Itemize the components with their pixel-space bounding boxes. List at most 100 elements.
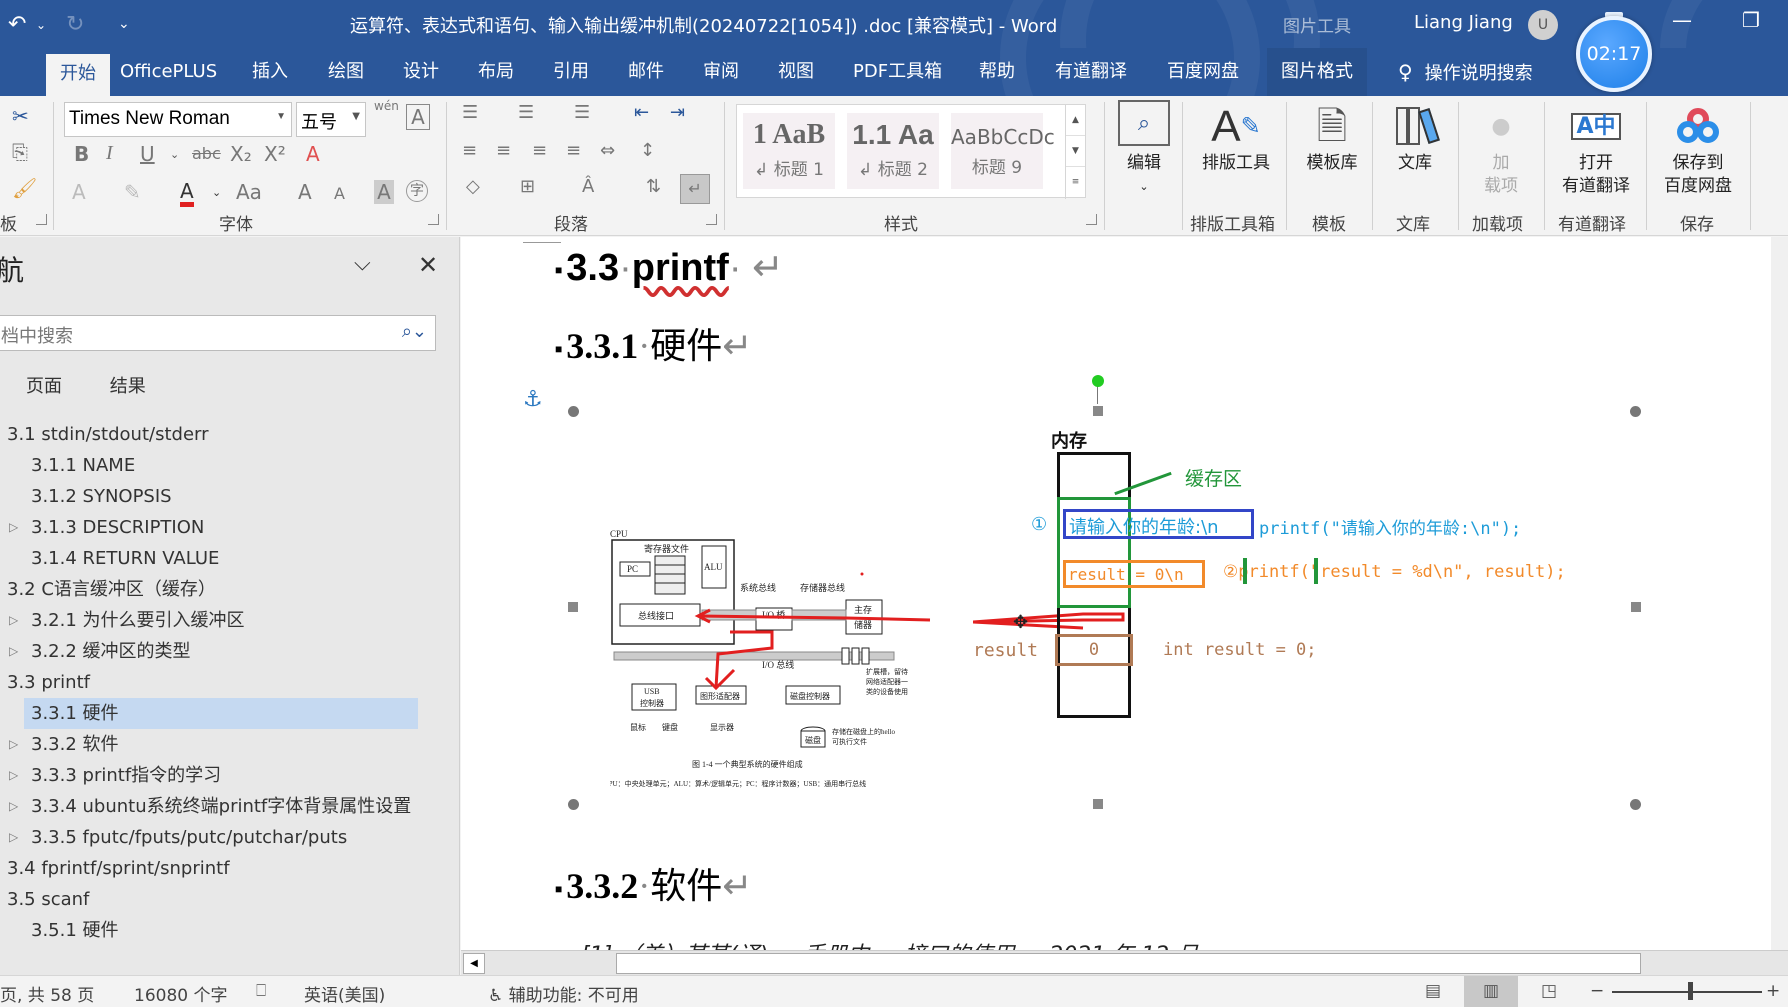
change-case-button[interactable]: Aa bbox=[236, 180, 262, 204]
nav-heading-item[interactable]: 3.2 C语言缓冲区（缓存） bbox=[0, 574, 460, 605]
tab-help[interactable]: 帮助 bbox=[965, 48, 1029, 96]
tab-pdf-toolbox[interactable]: PDF工具箱 bbox=[839, 48, 956, 96]
expand-triangle-icon[interactable]: ▷ bbox=[9, 636, 18, 667]
nav-heading-item[interactable]: ▷ 3.3.5 fputc/fputs/putc/putchar/puts bbox=[0, 822, 460, 853]
character-shading-button[interactable]: A bbox=[374, 180, 394, 204]
nav-heading-item[interactable]: 3.1.1 NAME bbox=[0, 450, 460, 481]
font-launcher-icon[interactable] bbox=[428, 214, 439, 225]
heading-3-3[interactable]: ■ 3.3·printf· ↵ bbox=[555, 245, 784, 290]
tab-draw[interactable]: 绘图 bbox=[314, 48, 378, 96]
line-spacing-icon[interactable]: ↕ bbox=[640, 140, 655, 161]
chevron-down-icon[interactable]: ▼ bbox=[352, 111, 360, 122]
selected-picture[interactable]: CPU 寄存器文件 PC ALU 总线接口 系统总线 存储器总线 I/O 桥 主… bbox=[568, 375, 1653, 810]
distributed-icon[interactable]: ⇔ bbox=[600, 140, 615, 161]
tab-design[interactable]: 设计 bbox=[389, 48, 453, 96]
italic-button[interactable]: I bbox=[106, 142, 113, 165]
subscript-button[interactable]: X₂ bbox=[230, 142, 252, 166]
paragraph-launcher-icon[interactable] bbox=[706, 214, 717, 225]
nav-heading-item[interactable]: 3.1.2 SYNOPSIS bbox=[0, 481, 460, 512]
nav-heading-item[interactable]: 3.4 fprintf/sprint/snprintf bbox=[0, 853, 460, 884]
nav-heading-item[interactable]: ▷ 3.3.2 软件 bbox=[0, 729, 460, 760]
resize-handle[interactable] bbox=[1093, 799, 1103, 809]
undo-dropdown-icon[interactable]: ⌄ bbox=[36, 18, 46, 32]
tab-review[interactable]: 审阅 bbox=[689, 48, 753, 96]
expand-gallery-icon[interactable]: ≡ bbox=[1066, 167, 1085, 198]
nav-tab-pages[interactable]: 页面 bbox=[26, 376, 62, 397]
nav-options-chevron-icon[interactable]: ⌵ bbox=[354, 251, 371, 276]
align-left-icon[interactable]: ≡ bbox=[462, 140, 477, 161]
font-name-field[interactable]: Times New Roman ▼ bbox=[64, 102, 292, 137]
customize-qat-icon[interactable]: ⌄ bbox=[118, 16, 130, 32]
underline-button[interactable]: U bbox=[140, 142, 155, 166]
nav-heading-item[interactable]: ▷ 3.2.1 为什么要引入缓冲区 bbox=[0, 605, 460, 636]
multilevel-list-icon[interactable]: ☰ bbox=[574, 102, 590, 123]
show-formatting-marks-icon[interactable]: ↵ bbox=[680, 174, 710, 204]
tab-youdao[interactable]: 有道翻译 bbox=[1041, 48, 1141, 96]
close-icon[interactable]: ✕ bbox=[418, 251, 438, 279]
justify-icon[interactable]: ≡ bbox=[566, 140, 581, 161]
restore-button[interactable]: ❐ bbox=[1742, 8, 1760, 32]
nav-heading-item[interactable]: 3.3.1 硬件 bbox=[24, 698, 418, 729]
nav-heading-item[interactable]: 3.3 printf bbox=[0, 667, 460, 698]
tab-insert[interactable]: 插入 bbox=[238, 48, 302, 96]
character-border-icon[interactable]: A bbox=[406, 104, 430, 130]
web-layout-icon[interactable]: ◳ bbox=[1522, 976, 1576, 1007]
print-layout-icon[interactable]: ▥ bbox=[1464, 976, 1518, 1007]
nav-heading-item[interactable]: 3.1 stdin/stdout/stderr bbox=[0, 419, 460, 450]
undo-icon[interactable]: ↶ bbox=[8, 12, 26, 37]
zoom-in-button[interactable]: + bbox=[1766, 981, 1780, 1001]
align-right-icon[interactable]: ≡ bbox=[532, 140, 547, 161]
format-painter-icon[interactable]: 🖌 bbox=[12, 176, 37, 200]
chevron-down-icon[interactable]: ▼ bbox=[276, 111, 286, 122]
tab-mailings[interactable]: 邮件 bbox=[614, 48, 678, 96]
proofing-icon[interactable]: ⎕ bbox=[256, 981, 266, 1001]
library-button[interactable]: 文库 bbox=[1386, 100, 1444, 175]
heading-3-3-1[interactable]: ■ 3.3.1·硬件↵ bbox=[555, 317, 752, 369]
clipboard-launcher-icon[interactable] bbox=[36, 214, 47, 225]
accessibility-status[interactable]: ♿ 辅助功能: 不可用 bbox=[488, 981, 639, 1006]
zoom-slider-thumb[interactable] bbox=[1688, 982, 1693, 1000]
asian-layout-icon[interactable]: Â bbox=[582, 176, 594, 197]
nav-heading-item[interactable]: 3.5 scanf bbox=[0, 884, 460, 915]
zoom-slider-track[interactable] bbox=[1612, 991, 1762, 993]
nav-heading-item[interactable]: 3.1.4 RETURN VALUE bbox=[0, 543, 460, 574]
increase-indent-icon[interactable]: ⇥ bbox=[670, 102, 685, 123]
superscript-button[interactable]: X² bbox=[264, 142, 286, 166]
minimize-button[interactable]: — bbox=[1672, 8, 1692, 32]
enclose-characters-button[interactable]: 字 bbox=[406, 180, 428, 202]
expand-triangle-icon[interactable]: ▷ bbox=[9, 822, 18, 853]
resize-handle[interactable] bbox=[568, 602, 578, 612]
tab-home[interactable]: 开始 bbox=[46, 54, 110, 96]
tab-layout[interactable]: 布局 bbox=[464, 48, 528, 96]
search-icon[interactable]: ⌕⌄ bbox=[402, 321, 427, 342]
scroll-thumb[interactable] bbox=[616, 953, 1641, 974]
borders-icon[interactable]: ⊞ bbox=[520, 176, 535, 197]
nav-heading-item[interactable]: 3.5.1 硬件 bbox=[0, 915, 460, 946]
expand-triangle-icon[interactable]: ▷ bbox=[9, 512, 18, 543]
sort-icon[interactable]: ⇅ bbox=[646, 176, 661, 197]
expand-triangle-icon[interactable]: ▷ bbox=[9, 605, 18, 636]
style-heading-9[interactable]: AaBbCcDc 标题 9 bbox=[951, 113, 1055, 189]
resize-handle[interactable] bbox=[1631, 602, 1641, 612]
vertical-scrollbar[interactable] bbox=[1771, 237, 1788, 952]
style-heading-2[interactable]: 1.1 Aa ↲ 标题 2 bbox=[847, 113, 939, 189]
redo-icon[interactable]: ↻ bbox=[66, 12, 84, 37]
nav-heading-item[interactable]: ▷ 3.2.2 缓冲区的类型 bbox=[0, 636, 460, 667]
align-center-icon[interactable]: ≡ bbox=[496, 140, 511, 161]
layout-tools-button[interactable]: A ✎ 排版工具 bbox=[1194, 100, 1278, 175]
nav-heading-item[interactable]: ▷ 3.1.3 DESCRIPTION bbox=[0, 512, 460, 543]
language[interactable]: 英语(美国) bbox=[304, 981, 385, 1006]
style-heading-1[interactable]: 1 AaB ↲ 标题 1 bbox=[743, 113, 835, 189]
strikethrough-button[interactable]: abc bbox=[192, 144, 221, 163]
expand-triangle-icon[interactable]: ▷ bbox=[9, 729, 18, 760]
timer-widget[interactable]: 02:17 bbox=[1576, 16, 1652, 92]
phonetic-guide-icon[interactable]: wén bbox=[374, 100, 399, 112]
shading-icon[interactable]: ◇ bbox=[466, 176, 480, 197]
clear-formatting-icon[interactable]: A bbox=[306, 142, 320, 166]
nav-search-input[interactable]: 档中搜索 ⌕⌄ bbox=[0, 315, 436, 351]
highlight-icon[interactable]: ✎ bbox=[124, 180, 141, 204]
tell-me-search[interactable]: ♀ 操作说明搜索 bbox=[1398, 48, 1533, 96]
editing-button[interactable]: ⌕ 编辑 ⌄ bbox=[1118, 100, 1170, 198]
bold-button[interactable]: B bbox=[74, 142, 89, 166]
tab-picture-format[interactable]: 图片格式 bbox=[1267, 48, 1367, 96]
